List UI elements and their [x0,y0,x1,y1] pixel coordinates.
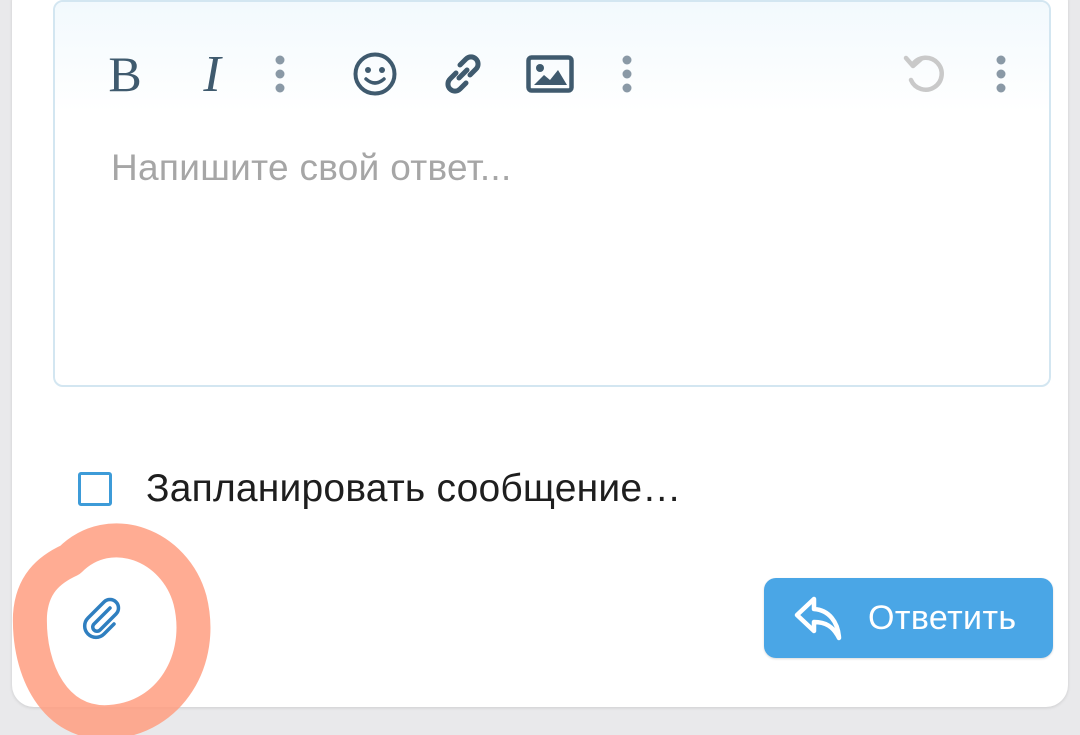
more-options-icon [996,55,1006,93]
reply-icon [792,591,846,645]
bold-button[interactable]: B [93,42,157,106]
reply-button-label: Ответить [868,598,1017,637]
emoji-button[interactable] [343,42,407,106]
link-icon [445,54,481,94]
editor-placeholder: Напишите свой ответ... [111,147,512,188]
more-text-options-icon [275,55,285,93]
image-button[interactable] [518,42,582,106]
more-options-button[interactable] [969,42,1033,106]
schedule-label: Запланировать сообщение… [146,467,682,510]
italic-button[interactable]: I [180,42,244,106]
schedule-message-option[interactable]: Запланировать сообщение… [78,467,682,510]
undo-button[interactable] [893,42,957,106]
message-editor[interactable]: B I Напишите свой ответ... [53,0,1051,387]
schedule-checkbox[interactable] [78,472,112,506]
italic-icon: I [203,45,221,103]
emoji-icon [353,52,397,96]
paperclip-icon [82,597,121,640]
undo-icon [903,55,944,92]
image-icon [526,55,574,93]
reply-form-card: B I Напишите свой ответ... Запланировать… [12,0,1068,707]
editor-toolbar: B I [55,2,1049,112]
more-insert-options-icon [622,55,632,93]
bold-icon: B [108,46,142,102]
more-insert-options-button[interactable] [595,42,659,106]
reply-button[interactable]: Ответить [764,578,1053,658]
attach-file-button[interactable] [74,590,130,646]
link-button[interactable] [431,42,495,106]
more-text-options-button[interactable] [248,42,312,106]
